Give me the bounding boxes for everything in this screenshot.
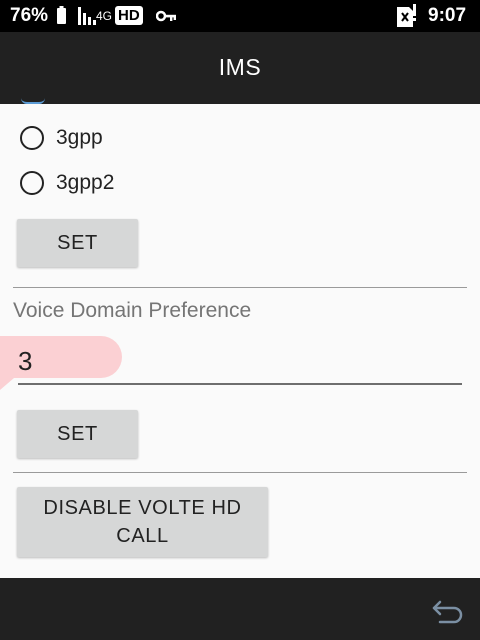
- set-button-sms-format[interactable]: SET: [17, 219, 138, 267]
- input-underline: [18, 383, 462, 385]
- radio-circle-icon: [20, 126, 44, 150]
- voice-domain-label: Voice Domain Preference: [13, 299, 252, 322]
- app-bar: IMS: [0, 32, 480, 104]
- voice-domain-input[interactable]: 3: [0, 336, 462, 390]
- signal-icon: [78, 7, 96, 30]
- page-title: IMS: [218, 54, 262, 80]
- set-button-voice-domain[interactable]: SET: [17, 410, 138, 458]
- sim-icon: [396, 4, 418, 33]
- battery-percent: 76%: [10, 5, 49, 26]
- status-bar: 76% 4G HD 9:07: [0, 0, 480, 32]
- voice-domain-value: 3: [18, 346, 33, 376]
- radio-label: 3gpp2: [56, 171, 115, 194]
- disable-volte-hd-call-button[interactable]: DISABLE VOLTE HD CALL: [17, 487, 268, 557]
- divider: [13, 472, 467, 473]
- network-type: 4G: [96, 9, 113, 23]
- hd-badge: HD: [115, 6, 143, 25]
- radio-option-3gpp[interactable]: 3gpp: [20, 124, 170, 154]
- divider: [13, 287, 467, 288]
- radio-button-partial[interactable]: [21, 98, 45, 104]
- clock: 9:07: [428, 5, 467, 26]
- selection-handle[interactable]: [0, 378, 14, 390]
- key-icon: [155, 9, 176, 28]
- radio-label: 3gpp: [56, 126, 103, 149]
- radio-circle-icon: [20, 171, 44, 195]
- radio-option-3gpp2[interactable]: 3gpp2: [20, 169, 170, 199]
- battery-icon: [57, 6, 66, 24]
- navigation-bar: [0, 578, 480, 640]
- back-arrow-icon[interactable]: [430, 592, 466, 633]
